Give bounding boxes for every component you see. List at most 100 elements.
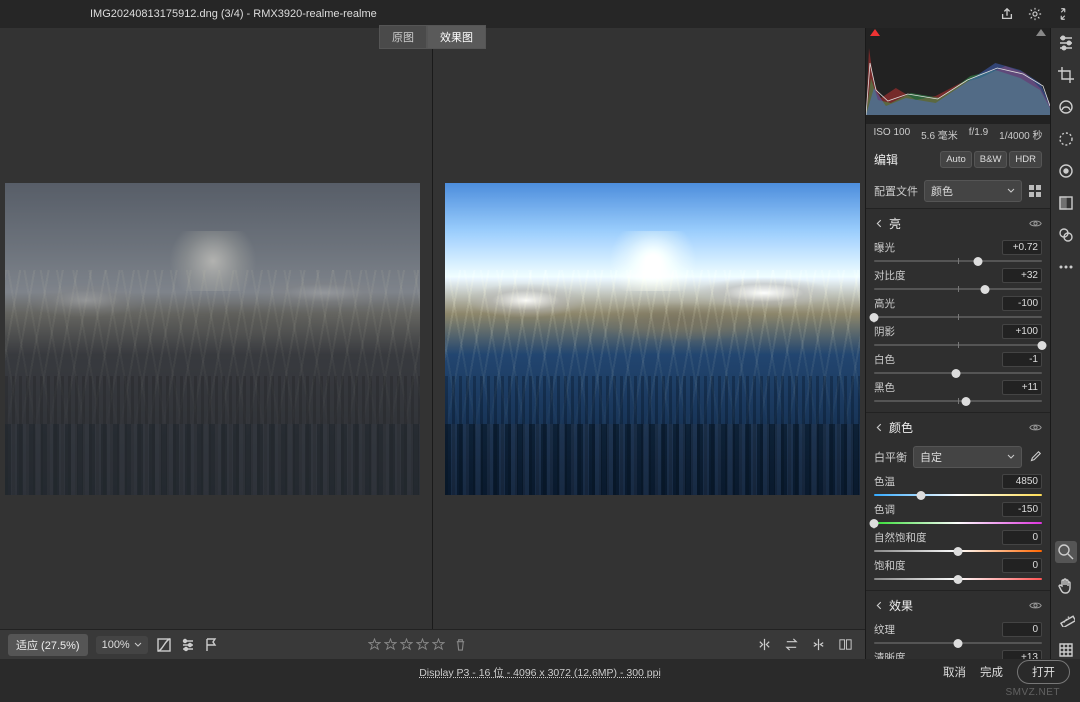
chevron-down-icon (874, 423, 883, 432)
after-canvas[interactable] (445, 49, 860, 629)
compare-swap-icon[interactable] (784, 637, 799, 652)
gear-icon[interactable] (1028, 7, 1042, 21)
tint-slider[interactable]: 色调 -150 (866, 500, 1050, 528)
highlights-value[interactable]: -100 (1002, 296, 1042, 311)
versions-icon[interactable] (1057, 226, 1075, 244)
temp-label: 色温 (874, 474, 895, 489)
trash-icon[interactable] (454, 638, 467, 651)
contrast-slider[interactable]: 对比度 +32 (866, 266, 1050, 294)
star-4-icon[interactable] (416, 638, 429, 651)
compare-split-icon[interactable] (757, 637, 772, 652)
contrast-value[interactable]: +32 (1002, 268, 1042, 283)
chevron-down-icon (1007, 453, 1015, 461)
document-title: IMG20240813175912.dng (3/4) - RMX3920-re… (90, 8, 377, 20)
wb-select[interactable]: 自定 (913, 446, 1022, 468)
collapse-icon[interactable] (1056, 7, 1070, 21)
tab-after[interactable]: 效果图 (427, 25, 486, 49)
whites-slider[interactable]: 白色 -1 (866, 350, 1050, 378)
vibrance-value[interactable]: 0 (1002, 530, 1042, 545)
section-effects-header[interactable]: 效果 (866, 590, 1050, 620)
section-color-header[interactable]: 颜色 (866, 412, 1050, 442)
compare-center-icon[interactable] (811, 637, 826, 652)
image-viewer: 原图 效果图 (0, 28, 865, 659)
chevron-down-icon (874, 219, 883, 228)
meta-shutter: 1/4000 秒 (999, 127, 1042, 142)
hdr-button[interactable]: HDR (1009, 151, 1042, 168)
zoom-fit-button[interactable]: 适应 (27.5%) (8, 634, 88, 656)
saturation-value[interactable]: 0 (1002, 558, 1042, 573)
redeye-tool-icon[interactable] (1057, 162, 1075, 180)
section-effects-title: 效果 (889, 597, 1029, 614)
presets-icon[interactable] (1057, 194, 1075, 212)
tint-value[interactable]: -150 (1002, 502, 1042, 517)
heal-tool-icon[interactable] (1057, 98, 1075, 116)
eye-icon[interactable] (1029, 217, 1042, 230)
hand-tool-icon[interactable] (1057, 577, 1075, 595)
done-button[interactable]: 完成 (980, 664, 1003, 680)
grid-tool-icon[interactable] (1057, 641, 1075, 659)
blacks-label: 黑色 (874, 380, 895, 395)
tone-curve-icon[interactable] (156, 637, 172, 653)
blacks-slider[interactable]: 黑色 +11 (866, 378, 1050, 406)
histogram[interactable] (866, 28, 1050, 124)
export-icon[interactable] (1000, 7, 1014, 21)
temp-value[interactable]: 4850 (1002, 474, 1042, 489)
cancel-button[interactable]: 取消 (943, 664, 966, 680)
profile-browser-icon[interactable] (1028, 184, 1042, 198)
texture-label: 纹理 (874, 622, 895, 637)
shadows-slider[interactable]: 阴影 +100 (866, 322, 1050, 350)
image-info[interactable]: Display P3 - 16 位 - 4096 x 3072 (12.6MP)… (419, 665, 661, 680)
split-divider[interactable] (432, 49, 433, 629)
star-2-icon[interactable] (384, 638, 397, 651)
saturation-slider[interactable]: 饱和度 0 (866, 556, 1050, 584)
edit-heading: 编辑 (874, 151, 898, 168)
zoom-tool-icon[interactable] (1055, 541, 1077, 563)
exposure-slider[interactable]: 曝光 +0.72 (866, 238, 1050, 266)
shadows-value[interactable]: +100 (1002, 324, 1042, 339)
whites-value[interactable]: -1 (1002, 352, 1042, 367)
flag-filter-icon[interactable] (204, 637, 220, 653)
auto-button[interactable]: Auto (940, 151, 972, 168)
crop-tool-icon[interactable] (1057, 66, 1075, 84)
star-3-icon[interactable] (400, 638, 413, 651)
more-icon[interactable] (1057, 258, 1075, 276)
highlights-slider[interactable]: 高光 -100 (866, 294, 1050, 322)
profile-select[interactable]: 颜色 (924, 180, 1022, 202)
chevron-down-icon (134, 641, 142, 649)
exposure-value[interactable]: +0.72 (1002, 240, 1042, 255)
texture-slider[interactable]: 纹理 0 (866, 620, 1050, 648)
profile-value: 颜色 (931, 183, 953, 199)
clarity-label: 清晰度 (874, 650, 906, 659)
eye-icon[interactable] (1029, 421, 1042, 434)
vibrance-slider[interactable]: 自然饱和度 0 (866, 528, 1050, 556)
clarity-slider[interactable]: 清晰度 +13 (866, 648, 1050, 659)
eye-icon[interactable] (1029, 599, 1042, 612)
bw-button[interactable]: B&W (974, 151, 1008, 168)
eyedropper-icon[interactable] (1028, 450, 1042, 464)
texture-value[interactable]: 0 (1002, 622, 1042, 637)
rating-stars[interactable] (368, 638, 467, 651)
star-1-icon[interactable] (368, 638, 381, 651)
mask-tool-icon[interactable] (1057, 130, 1075, 148)
compare-columns-icon[interactable] (838, 637, 853, 652)
levels-icon[interactable] (180, 637, 196, 653)
star-5-icon[interactable] (432, 638, 445, 651)
zoom-dropdown[interactable]: 100% (96, 636, 148, 654)
meta-aperture: f/1.9 (969, 127, 988, 142)
section-color-title: 颜色 (889, 419, 1029, 436)
clip-shadow-icon[interactable] (870, 29, 880, 36)
open-button[interactable]: 打开 (1017, 660, 1070, 684)
tab-before[interactable]: 原图 (379, 25, 427, 49)
before-canvas[interactable] (5, 49, 420, 629)
image-metadata: ISO 100 5.6 毫米 f/1.9 1/4000 秒 (866, 124, 1050, 145)
ruler-tool-icon[interactable] (1057, 609, 1075, 627)
blacks-value[interactable]: +11 (1002, 380, 1042, 395)
sliders-tool-icon[interactable] (1057, 34, 1075, 52)
panel-scroll[interactable]: 亮 曝光 +0.72 对比度 +32 高光 -100 (866, 208, 1050, 659)
temp-slider[interactable]: 色温 4850 (866, 472, 1050, 500)
clip-highlight-icon[interactable] (1036, 29, 1046, 36)
clarity-value[interactable]: +13 (1002, 650, 1042, 659)
section-light-header[interactable]: 亮 (866, 208, 1050, 238)
zoom-value: 100% (102, 639, 130, 651)
watermark: SMVZ.NET (1005, 687, 1060, 698)
